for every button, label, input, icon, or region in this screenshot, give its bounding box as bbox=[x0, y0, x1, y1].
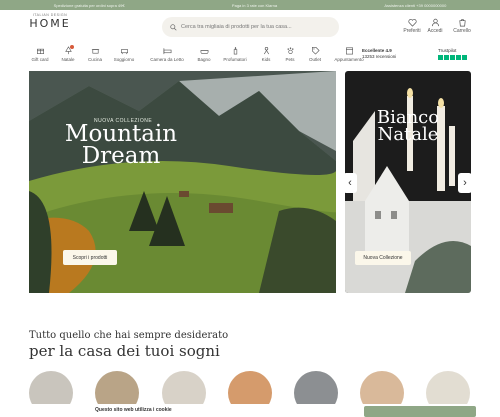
nav-item-soggiorno[interactable]: Soggiorno bbox=[111, 44, 137, 62]
bath-icon bbox=[200, 50, 208, 54]
star-icon bbox=[438, 55, 443, 60]
cookie-text: Questo sito web utilizza i cookie bbox=[95, 407, 172, 413]
nav-label: Pets bbox=[285, 57, 295, 62]
nav-label: Camera da Letto bbox=[150, 57, 184, 62]
nav-item-profumatori[interactable]: Profumatori bbox=[219, 44, 251, 62]
new-badge bbox=[70, 45, 74, 49]
nav-item-kids[interactable]: Kids bbox=[253, 44, 279, 62]
wishlist-label: Preferiti bbox=[403, 28, 421, 34]
header: ITALIAN DESIGN HOME Cerca tra migliaia d… bbox=[0, 10, 500, 40]
hero-title: Mountain Dream bbox=[64, 121, 178, 169]
promo-bar: Spedizione gratuita per ordini sopra 49€… bbox=[0, 0, 500, 10]
candle-icon bbox=[233, 47, 237, 55]
nav-label: Bagno bbox=[197, 57, 211, 62]
star-icon bbox=[456, 55, 461, 60]
nav-label: Profumatori bbox=[223, 57, 247, 62]
hero-cta-button[interactable]: Scopri i prodotti bbox=[63, 250, 117, 265]
nav-item-gift-card[interactable]: Gift card bbox=[27, 44, 53, 62]
chevron-right-icon: › bbox=[463, 177, 467, 189]
reviews-text: 13253 recensioni bbox=[362, 54, 397, 59]
nav-label: Soggiorno bbox=[113, 57, 135, 62]
trustpilot-brand: Trustpilot bbox=[438, 48, 457, 53]
star-icon bbox=[450, 55, 455, 60]
chevron-left-icon: ‹ bbox=[348, 177, 352, 189]
logo[interactable]: ITALIAN DESIGN HOME bbox=[28, 13, 72, 30]
pot-icon bbox=[91, 49, 99, 54]
nav-item-pets[interactable]: Pets bbox=[277, 44, 303, 62]
tagline-line-2: per la casa dei tuoi sogni bbox=[29, 342, 220, 360]
calendar-icon bbox=[345, 47, 353, 55]
trustpilot-rating[interactable]: Eccellente 4.9 13253 recensioni bbox=[362, 48, 396, 60]
tag-icon bbox=[311, 47, 320, 55]
gift-icon bbox=[36, 48, 44, 54]
nav-item-natale[interactable]: Natale bbox=[55, 44, 81, 62]
nav-label: Outlet bbox=[308, 57, 321, 62]
nav-item-outlet[interactable]: Outlet bbox=[302, 44, 328, 62]
nav-label: Cucina bbox=[87, 57, 102, 62]
kids-icon bbox=[263, 47, 269, 55]
search-icon bbox=[170, 23, 177, 31]
tagline-line-1: Tutto quello che hai sempre desiderato bbox=[29, 330, 229, 341]
nav-item-cucina[interactable]: Cucina bbox=[82, 44, 108, 62]
carousel-next-button[interactable]: › bbox=[458, 173, 472, 193]
bed-icon bbox=[163, 48, 171, 55]
promo-text-left: Spedizione gratuita per ordini sopra 49€ bbox=[53, 2, 125, 8]
cart-button[interactable]: Carrello bbox=[448, 18, 476, 34]
star-icon bbox=[462, 55, 467, 60]
promo-text-center: Paga in 3 rate con Klarna bbox=[231, 2, 278, 8]
side-banner-title: Bianco Natale bbox=[376, 107, 440, 145]
nav-item-camera-da-letto[interactable]: Camera da Letto bbox=[149, 44, 185, 62]
star-rating bbox=[438, 55, 467, 60]
login-label: Accedi bbox=[427, 28, 443, 34]
cookie-banner: Questo sito web utilizza i cookie bbox=[0, 404, 500, 417]
category-nav: Gift card Natale Cucina Soggiorno Camera… bbox=[0, 44, 364, 66]
search-placeholder: Cerca tra migliaia di prodotti per la tu… bbox=[181, 24, 292, 30]
cart-label: Carrello bbox=[453, 28, 471, 34]
paw-icon bbox=[287, 47, 293, 54]
promo-text-right: Assistenza clienti +39 0000000000 bbox=[384, 2, 447, 8]
hero-banner[interactable]: NUOVA COLLEZIONE Mountain Dream Scopri i… bbox=[29, 71, 336, 293]
nav-label: Appuntamento bbox=[334, 57, 364, 62]
heart-icon bbox=[407, 19, 417, 27]
sofa-icon bbox=[120, 49, 128, 55]
side-banner[interactable]: Bianco Natale Nuova Collezione bbox=[345, 71, 471, 293]
side-cta-button[interactable]: Nuova Collezione bbox=[355, 251, 411, 265]
nav-label: Kids bbox=[261, 57, 271, 62]
cookie-accept-button[interactable] bbox=[364, 406, 476, 417]
nav-label: Gift card bbox=[31, 57, 49, 62]
logo-big: HOME bbox=[29, 17, 71, 30]
cart-icon bbox=[458, 19, 466, 27]
search-input[interactable]: Cerca tra migliaia di prodotti per la tu… bbox=[162, 17, 339, 37]
trustpilot-badge[interactable]: Trustpilot bbox=[438, 48, 467, 60]
login-button[interactable]: Accedi bbox=[421, 18, 449, 34]
nav-label: Natale bbox=[61, 57, 75, 62]
carousel-prev-button[interactable]: ‹ bbox=[343, 173, 357, 193]
star-icon bbox=[444, 55, 449, 60]
user-icon bbox=[431, 18, 439, 27]
nav-item-bagno[interactable]: Bagno bbox=[191, 44, 217, 62]
